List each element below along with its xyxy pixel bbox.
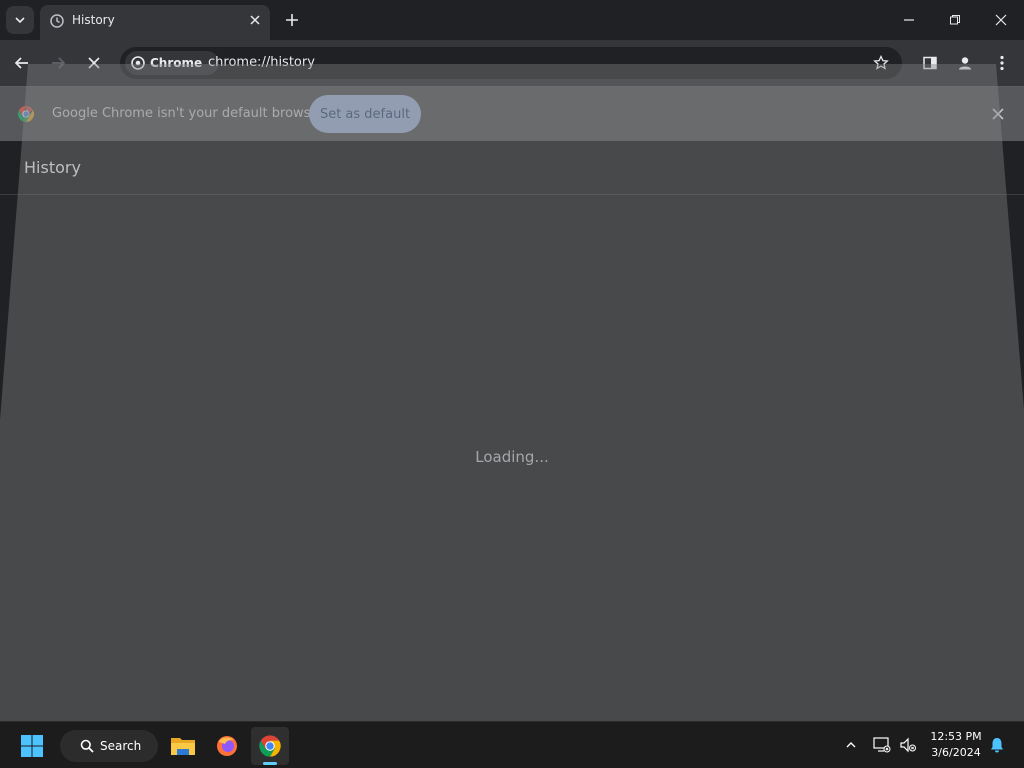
plus-icon xyxy=(286,14,298,26)
firefox-app[interactable] xyxy=(208,727,246,765)
chevron-up-icon xyxy=(846,742,856,748)
close-icon xyxy=(250,15,260,25)
clock-date: 3/6/2024 xyxy=(931,746,981,759)
close-icon xyxy=(992,108,1004,120)
minimize-icon xyxy=(904,19,914,21)
page-header: History xyxy=(0,141,1024,195)
volume-status[interactable] xyxy=(897,734,919,756)
back-button[interactable] xyxy=(9,50,35,76)
arrow-left-icon xyxy=(14,57,28,69)
tab-close-button[interactable] xyxy=(247,12,263,28)
tab-strip: History xyxy=(0,0,1024,40)
volume-muted-icon xyxy=(900,737,916,753)
chevron-down-icon xyxy=(15,17,25,24)
star-icon xyxy=(873,55,889,70)
chrome-icon xyxy=(131,56,145,70)
toolbar: Chrome chrome://history xyxy=(0,40,1024,86)
folder-icon xyxy=(171,738,195,755)
site-info-chip[interactable]: Chrome xyxy=(125,51,219,75)
arrow-right-icon xyxy=(52,57,66,69)
network-status[interactable] xyxy=(871,734,893,756)
clock[interactable]: 12:53 PM 3/6/2024 xyxy=(920,729,992,761)
default-browser-infobar: Google Chrome isn't your default browser… xyxy=(0,86,1024,142)
tab-title: History xyxy=(72,13,115,27)
search-label: Search xyxy=(100,739,142,753)
history-icon xyxy=(50,14,64,28)
minimize-button[interactable] xyxy=(897,8,921,32)
close-icon xyxy=(995,14,1007,26)
infobar-close-button[interactable] xyxy=(990,106,1006,122)
clock-time: 12:53 PM xyxy=(930,730,982,743)
active-app-indicator xyxy=(263,762,277,765)
network-disconnected-icon xyxy=(873,737,891,753)
new-tab-button[interactable] xyxy=(282,10,302,30)
show-hidden-icons-button[interactable] xyxy=(840,734,862,756)
profile-icon xyxy=(959,57,971,70)
tab-history[interactable]: History xyxy=(40,5,270,40)
search-icon xyxy=(80,739,94,753)
taskbar-search[interactable]: Search xyxy=(60,730,158,762)
url-text[interactable]: chrome://history xyxy=(208,55,315,70)
loading-indicator: Loading... xyxy=(475,448,549,466)
history-page: History Loading... xyxy=(0,141,1024,721)
chrome-app[interactable] xyxy=(251,727,289,765)
address-bar[interactable]: Chrome chrome://history xyxy=(120,47,902,79)
file-explorer-app[interactable] xyxy=(164,727,202,765)
restore-icon xyxy=(950,15,960,25)
chip-label: Chrome xyxy=(150,56,203,70)
side-panel-icon xyxy=(923,56,937,70)
tab-search-button[interactable] xyxy=(6,6,34,34)
page-title: History xyxy=(24,158,81,177)
taskbar: Search 12:53 PM 3/6/2024 xyxy=(0,721,1024,768)
chrome-logo-icon xyxy=(17,106,35,122)
bell-icon xyxy=(991,738,1003,753)
close-icon xyxy=(88,57,100,69)
restore-button[interactable] xyxy=(943,8,967,32)
screen: History Chrome chrome://history Google C… xyxy=(0,0,1024,768)
set-as-default-button[interactable]: Set as default xyxy=(309,95,421,133)
firefox-icon xyxy=(217,736,237,756)
infobar-message: Google Chrome isn't your default browser xyxy=(52,106,324,121)
stop-loading-button[interactable] xyxy=(81,50,107,76)
profile-button[interactable] xyxy=(953,51,977,75)
chrome-icon xyxy=(259,735,281,757)
bookmark-button[interactable] xyxy=(872,54,890,72)
forward-button[interactable] xyxy=(45,50,71,76)
notifications-button[interactable] xyxy=(986,734,1008,756)
more-vertical-icon xyxy=(1000,55,1004,71)
menu-button[interactable] xyxy=(990,51,1014,75)
close-window-button[interactable] xyxy=(989,8,1013,32)
windows-start-icon[interactable] xyxy=(20,734,44,758)
side-panel-button[interactable] xyxy=(918,51,942,75)
